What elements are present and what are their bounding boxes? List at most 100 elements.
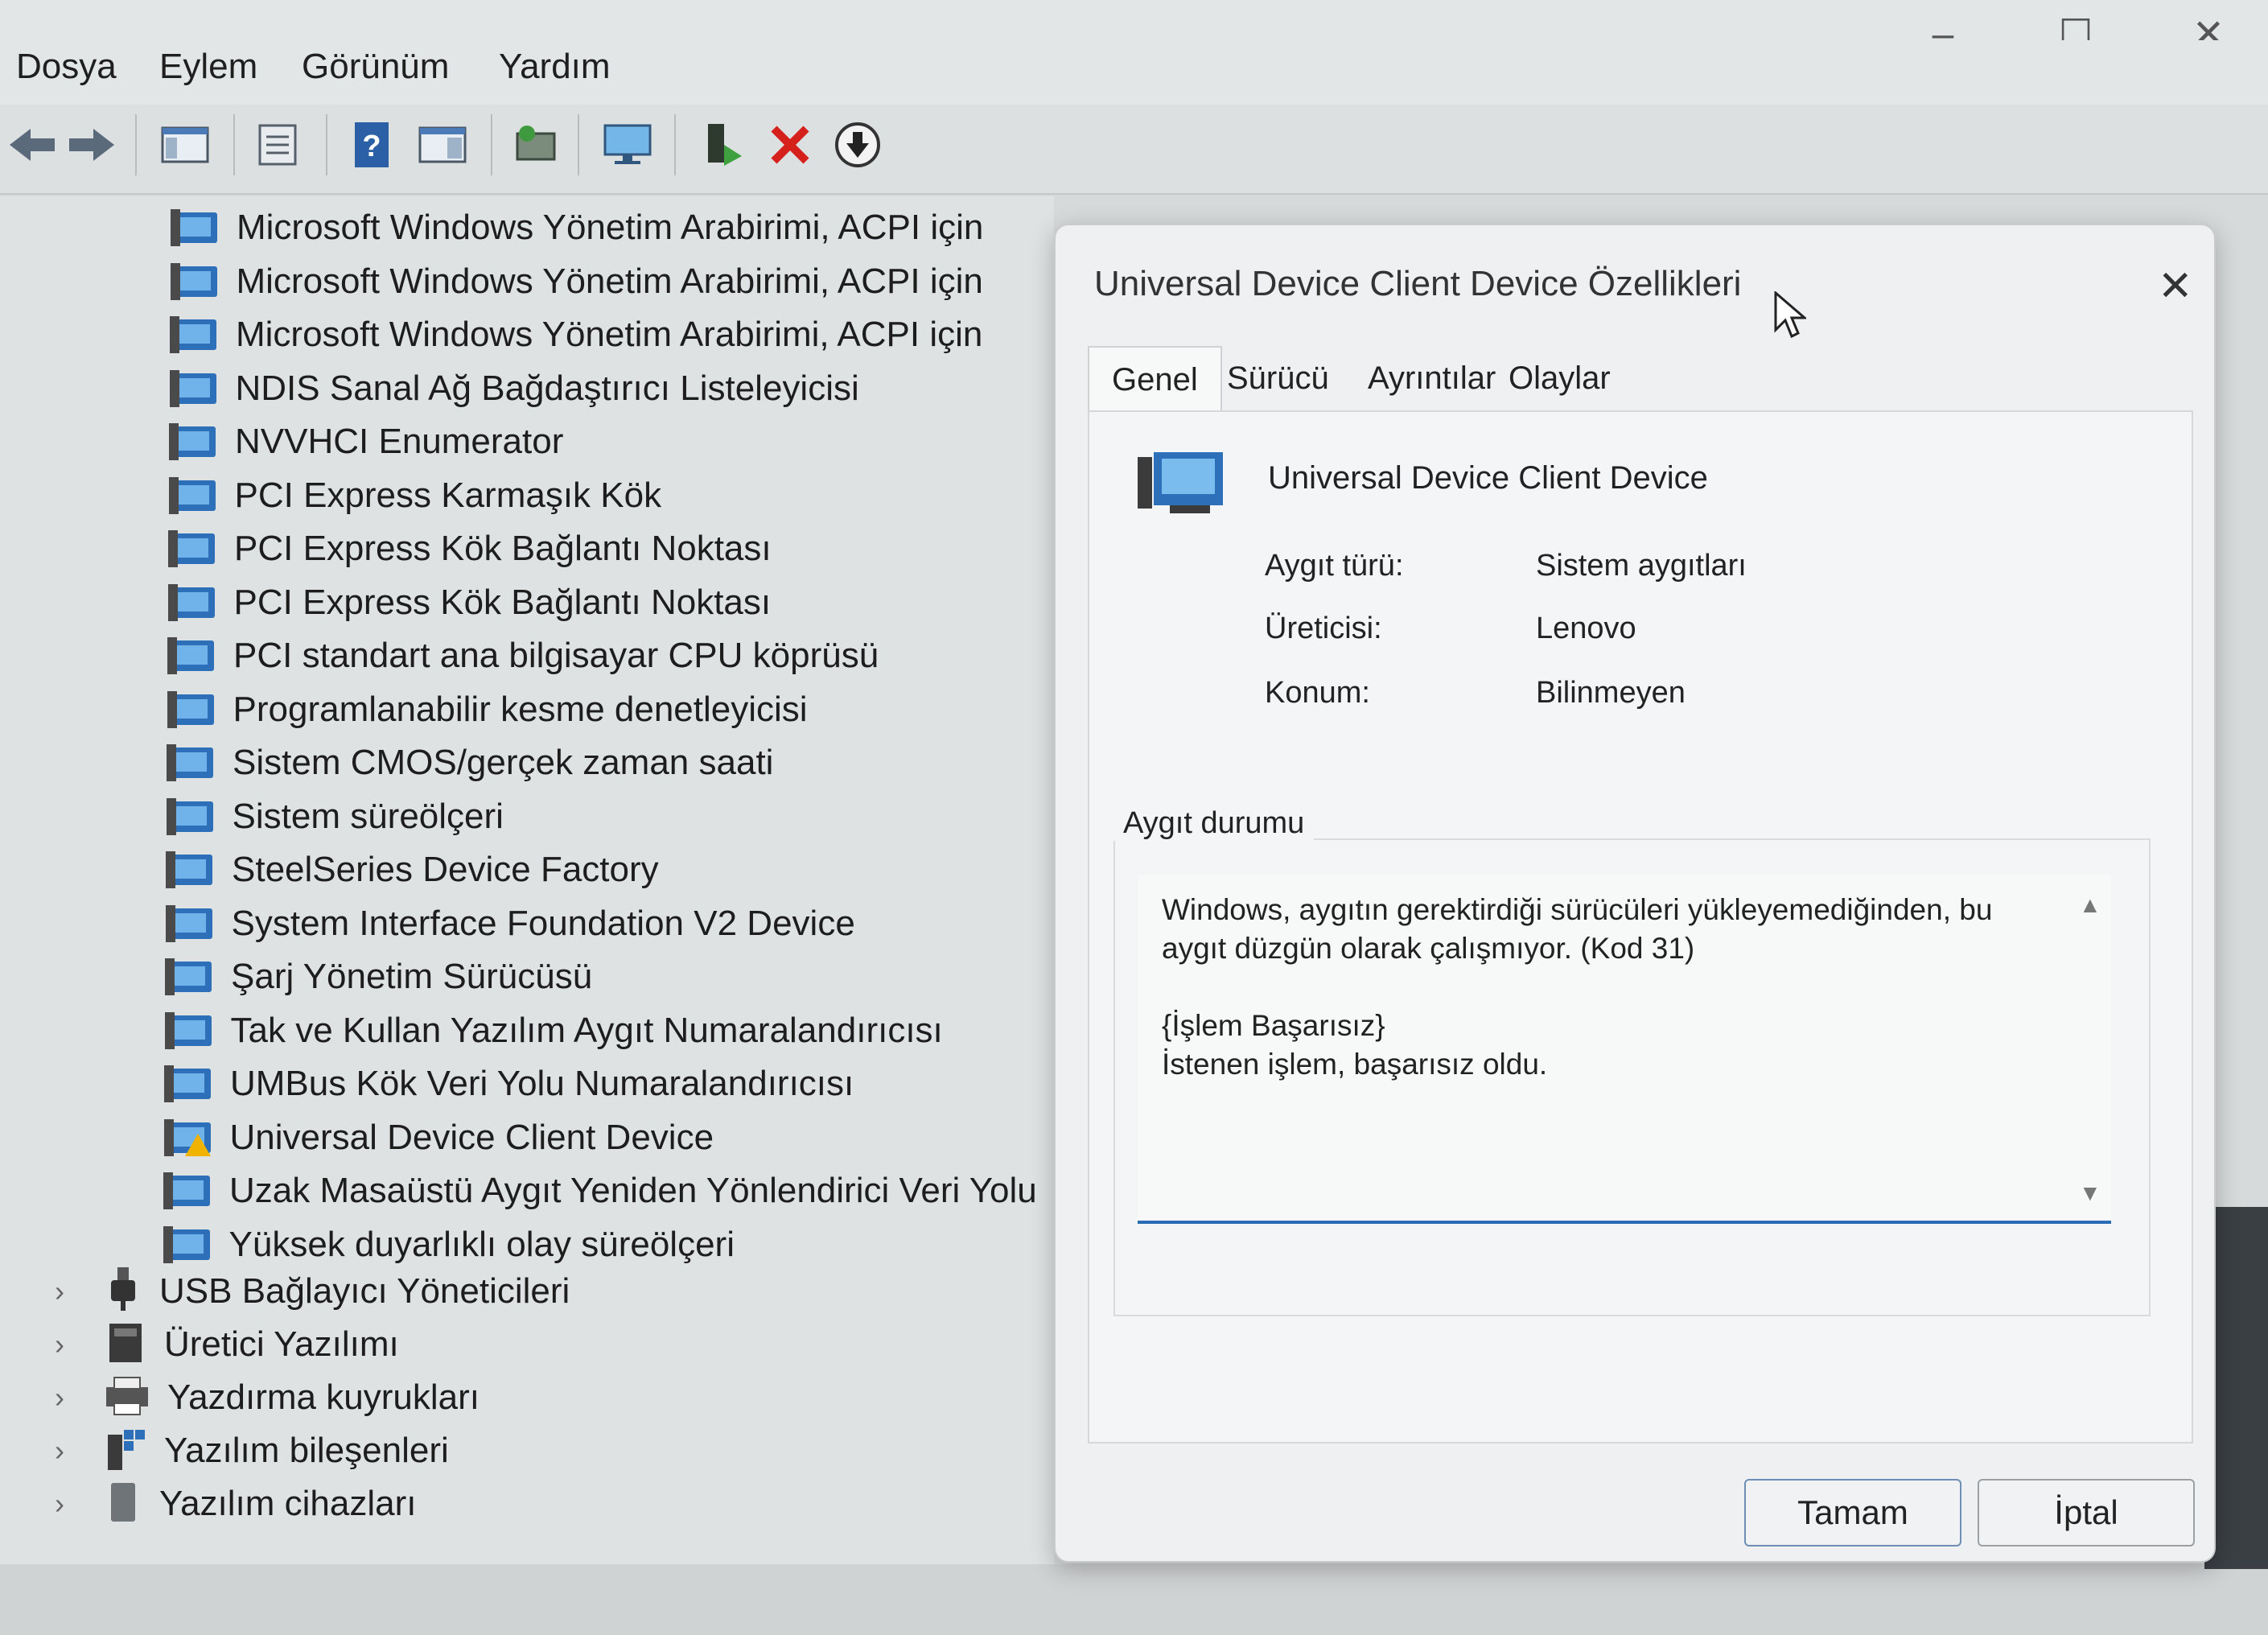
ok-button[interactable]: Tamam (1744, 1479, 1961, 1546)
tree-category-item[interactable]: › Yazılım cihazları (55, 1479, 417, 1529)
tree-category-label: Yazılım cihazları (159, 1484, 417, 1523)
tree-category-label: Yazdırma kuyrukları (167, 1378, 480, 1417)
tree-device-item[interactable]: UMBus Kök Veri Yolu Numaralandırıcısı (164, 1059, 854, 1109)
tree-category-item[interactable]: › USB Bağlayıcı Yöneticileri (55, 1266, 570, 1316)
general-tab-panel: Universal Device Client Device Aygıt tür… (1088, 410, 2193, 1443)
tree-device-item[interactable]: Yüksek duyarlıklı olay süreölçeri (163, 1220, 735, 1270)
menu-yardim[interactable]: Yardım (499, 47, 611, 87)
scroll-up-icon[interactable]: ▲ (2079, 892, 2101, 918)
tree-device-item[interactable]: Uzak Masaüstü Aygıt Yeniden Yönlendirici… (163, 1166, 1037, 1216)
tree-device-label: Tak ve Kullan Yazılım Aygıt Numaralandır… (230, 1010, 943, 1050)
mouse-cursor-icon (1774, 290, 1809, 344)
expand-chevron-icon[interactable]: › (55, 1328, 64, 1361)
device-status-textbox[interactable]: Windows, aygıtın gerektirdiği sürücüleri… (1138, 875, 2111, 1224)
device-tree: Microsoft Windows Yönetim Arabirimi, ACP… (0, 196, 1054, 1564)
prop-value-type: Sistem aygıtları (1536, 549, 1747, 583)
menu-gorunum[interactable]: Görünüm (302, 47, 449, 87)
expand-chevron-icon[interactable]: › (55, 1487, 64, 1521)
properties-icon[interactable] (245, 113, 310, 177)
system-device-icon (166, 797, 216, 835)
system-device-icon (168, 530, 218, 567)
system-device-icon (163, 1172, 213, 1209)
disable-device-icon[interactable] (825, 113, 890, 177)
tree-device-item[interactable]: Şarj Yönetim Sürücüsü (165, 952, 592, 1002)
tree-device-item[interactable]: NDIS Sanal Ağ Bağdaştırıcı Listeleyicisi (169, 364, 859, 414)
tree-device-label: NVVHCI Enumerator (235, 422, 564, 461)
tree-device-item[interactable]: System Interface Foundation V2 Device (165, 899, 855, 949)
tree-device-item[interactable]: PCI Express Karmaşık Kök (168, 471, 662, 521)
tree-category-label: Yazılım bileşenleri (164, 1431, 449, 1470)
uninstall-icon[interactable] (758, 113, 822, 177)
prop-value-manufacturer: Lenovo (1536, 612, 1636, 645)
tree-device-label: PCI Express Kök Bağlantı Noktası (233, 582, 772, 622)
tree-category-label: Üretici Yazılımı (164, 1324, 399, 1364)
expand-chevron-icon[interactable]: › (55, 1381, 64, 1415)
prop-label-manufacturer: Üreticisi: (1265, 612, 1382, 645)
tree-device-item[interactable]: PCI Express Kök Bağlantı Noktası (167, 578, 772, 628)
tree-device-item[interactable]: Programlanabilir kesme denetleyicisi (167, 685, 808, 735)
tree-device-item[interactable]: Tak ve Kullan Yazılım Aygıt Numaralandır… (164, 1006, 943, 1056)
device-status-label: Aygıt durumu (1113, 806, 1315, 841)
menu-dosya[interactable]: Dosya (16, 47, 117, 87)
tree-device-label: System Interface Foundation V2 Device (231, 903, 855, 943)
dialog-title: Universal Device Client Device Özellikle… (1094, 264, 1742, 303)
system-device-icon (167, 744, 216, 781)
update-driver-icon[interactable] (690, 113, 755, 177)
tree-device-item[interactable]: NVVHCI Enumerator (169, 417, 563, 467)
software-device-icon (103, 1480, 143, 1529)
tree-device-item[interactable]: Sistem CMOS/gerçek zaman saati (167, 738, 773, 788)
tree-device-label: Sistem CMOS/gerçek zaman saati (233, 743, 774, 782)
menu-eylem[interactable]: Eylem (159, 47, 257, 87)
prop-label-location: Konum: (1265, 676, 1370, 710)
prop-value-location: Bilinmeyen (1536, 676, 1686, 710)
cancel-button[interactable]: İptal (1978, 1479, 2195, 1546)
tree-device-label: Programlanabilir kesme denetleyicisi (233, 689, 808, 729)
scroll-down-icon[interactable]: ▼ (2079, 1180, 2101, 1206)
tab-surucu[interactable]: Sürücü (1204, 346, 1352, 410)
tree-device-item[interactable]: Microsoft Windows Yönetim Arabirimi, ACP… (170, 310, 982, 360)
system-device-icon (165, 958, 215, 995)
tree-category-item[interactable]: › Yazdırma kuyrukları (55, 1373, 480, 1423)
tree-device-item[interactable]: Sistem süreölçeri (166, 792, 504, 842)
tree-device-label: Sistem süreölçeri (232, 796, 504, 836)
system-device-icon (163, 1225, 213, 1263)
tree-device-item[interactable]: Microsoft Windows Yönetim Arabirimi, ACP… (170, 257, 983, 307)
firmware-icon (103, 1320, 148, 1369)
tree-device-item[interactable]: Microsoft Windows Yönetim Arabirimi, ACP… (171, 203, 983, 253)
tree-category-label: USB Bağlayıcı Yöneticileri (159, 1271, 570, 1311)
action-pane-icon[interactable] (410, 113, 475, 177)
expand-chevron-icon[interactable]: › (55, 1275, 64, 1308)
tree-device-item[interactable]: SteelSeries Device Factory (166, 845, 659, 895)
system-device-icon (166, 851, 216, 888)
forward-icon[interactable] (60, 113, 124, 177)
system-device-icon (1138, 452, 1226, 517)
device-name: Universal Device Client Device (1268, 460, 1708, 496)
system-device-icon (164, 1065, 214, 1102)
system-device-icon (164, 1011, 215, 1049)
tab-olaylar[interactable]: Olaylar (1486, 346, 1633, 410)
back-icon[interactable] (0, 113, 64, 177)
tab-genel[interactable]: Genel (1088, 346, 1222, 412)
tree-device-item[interactable]: Universal Device Client Device (163, 1113, 714, 1163)
tree-device-label: Microsoft Windows Yönetim Arabirimi, ACP… (236, 315, 983, 354)
warning-device-icon (163, 1118, 214, 1156)
expand-chevron-icon[interactable]: › (55, 1434, 64, 1468)
tree-category-item[interactable]: › Yazılım bileşenleri (55, 1426, 449, 1476)
tree-device-label: SteelSeries Device Factory (232, 850, 659, 889)
scan-changes-icon[interactable] (503, 113, 567, 177)
tree-device-label: UMBus Kök Veri Yolu Numaralandırıcısı (230, 1064, 854, 1103)
console-tree-icon[interactable] (153, 113, 217, 177)
tree-category-item[interactable]: › Üretici Yazılımı (55, 1320, 399, 1369)
help-icon[interactable]: ? (340, 113, 404, 177)
tree-device-item[interactable]: PCI standart ana bilgisayar CPU köprüsü (167, 631, 879, 681)
tree-device-label: Microsoft Windows Yönetim Arabirimi, ACP… (237, 208, 984, 247)
tree-device-item[interactable]: PCI Express Kök Bağlantı Noktası (168, 524, 772, 574)
dialog-close-icon[interactable]: ✕ (2158, 262, 2193, 311)
tree-device-label: Şarj Yönetim Sürücüsü (231, 957, 593, 996)
tree-device-label: PCI Express Karmaşık Kök (234, 475, 662, 515)
tree-device-label: PCI Express Kök Bağlantı Noktası (234, 529, 772, 568)
tree-device-label: Uzak Masaüstü Aygıt Yeniden Yönlendirici… (229, 1171, 1037, 1210)
system-device-icon (165, 904, 216, 942)
display-device-icon[interactable] (595, 113, 660, 177)
system-device-icon (170, 262, 220, 300)
